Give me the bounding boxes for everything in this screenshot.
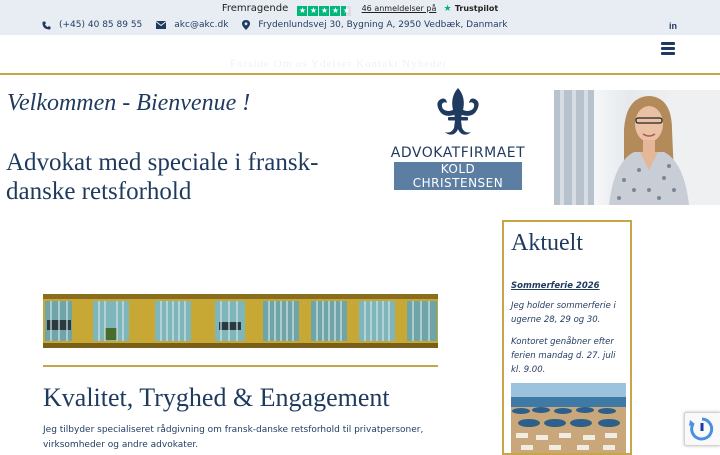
aktuelt-box: Aktuelt Sommerferie 2026 Jeg holder somm… [502,220,632,455]
firm-logo[interactable]: ADVOKATFIRMAET KOLD CHRISTENSEN [390,88,526,190]
address-text[interactable]: Frydenlundsvej 30, Bygning A, 2950 Vedbæ… [258,20,507,30]
fleur-de-lis-icon [437,88,479,135]
logo-line-1: ADVOKATFIRMAET [390,145,526,161]
phone-number[interactable]: (+45) 40 85 89 55 [59,20,142,30]
news-paragraph-1: Jeg holder sommerferie i ugerne 28, 29 o… [511,301,616,325]
star-icon: ★ [297,6,308,16]
recaptcha-icon[interactable] [684,412,720,446]
star-icon: ★ [308,6,319,16]
trustpilot-star-icon: ★ [443,4,452,14]
section-heading: Kvalitet, Tryghed & Engagement [43,383,390,412]
news-link[interactable]: Sommerferie 2026 [511,281,630,291]
phone-icon [42,20,51,30]
tagline-heading: Advokat med speciale i fransk-danske ret… [6,149,319,205]
half-star-icon: ★ [341,6,352,16]
review-count-link[interactable]: 46 anmeldelser på [362,4,437,13]
rating-stars: ★ ★ ★ ★ ★ [297,5,352,16]
trustpilot-logo: Trustpilot [454,4,499,13]
email-item[interactable]: akc@akc.dk [156,20,228,30]
shutters-photo [43,294,438,348]
top-bar: Fremragende ★ ★ ★ ★ ★ 46 anmeldelser på ★ Tr… [0,0,720,35]
hamburger-menu-icon[interactable] [661,42,675,55]
navigation-bar: Forside Om os Ydelser Kontakt Nyheder [0,35,720,75]
intro-text: Jeg tilbyder specialiseret rådgivning om… [43,425,424,450]
address-item[interactable]: Frydenlundsvej 30, Bygning A, 2950 Vedbæ… [242,20,508,30]
rating-label: Fremragende [221,3,289,14]
contact-info: (+45) 40 85 89 55 akc@akc.dk Frydenlunds… [42,20,508,30]
trustpilot-widget[interactable]: Fremragende ★ ★ ★ ★ ★ 46 anmeldelser på ★ Tr… [0,3,720,16]
linkedin-icon[interactable]: in [669,21,677,31]
welcome-heading: Velkommen - Bienvenue ! [7,90,251,116]
email-address[interactable]: akc@akc.dk [174,20,228,30]
section-divider [43,365,438,367]
beach-photo [511,383,626,453]
nav-menu-faint[interactable]: Forside Om os Ydelser Kontakt Nyheder [230,58,447,70]
star-icon: ★ [319,6,330,16]
logo-line-2: KOLD CHRISTENSEN [394,162,522,190]
news-paragraph-2: Kontoret genåbner efter ferien mandag d.… [511,337,616,375]
star-icon: ★ [330,6,341,16]
aktuelt-title: Aktuelt [511,230,583,256]
envelope-icon [156,21,167,29]
map-pin-icon [242,20,251,30]
lawyer-portrait [554,90,720,205]
phone-item[interactable]: (+45) 40 85 89 55 [42,20,142,30]
